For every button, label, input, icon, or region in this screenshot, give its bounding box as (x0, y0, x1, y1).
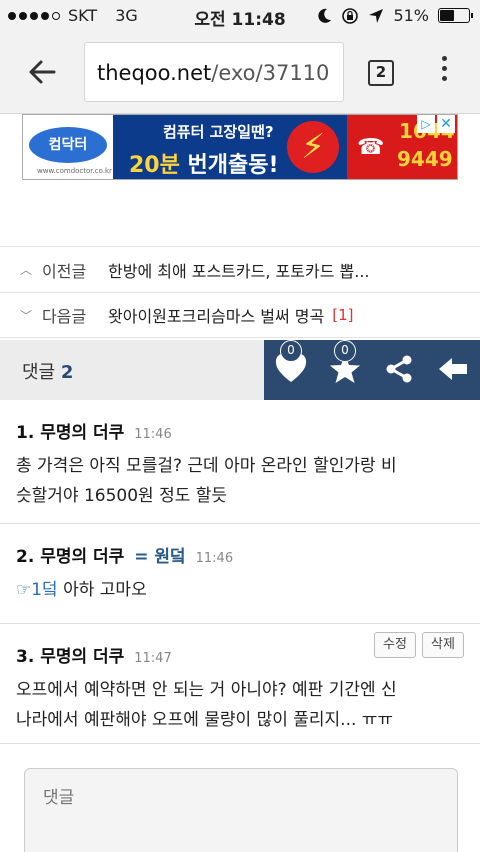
ad-info-icon[interactable]: ▷ (417, 115, 435, 133)
url-path: /exo/37110 (211, 61, 330, 85)
comment-author: 3. 무명의 더쿠 (16, 647, 125, 667)
battery-icon (438, 8, 473, 23)
ad-message: 컴퓨터 고장일땐? 20분 번개출동! ⚡ (113, 115, 347, 179)
comments-label: 댓글 (22, 362, 56, 383)
back-button[interactable] (24, 54, 60, 90)
go-back-button[interactable] (436, 352, 470, 386)
comments-count: 2 (60, 362, 74, 383)
status-bar: SKT 3G 오전 11:48 51% (0, 0, 480, 30)
next-comment-count: [1] (332, 306, 354, 324)
ad-logo: 컴닥터 www.comdoctor.co.kr (23, 115, 113, 179)
prev-title[interactable]: 한방에 최애 포스트카드, 포토카드 뽑... (108, 258, 370, 282)
delete-button[interactable]: 삭제 (422, 632, 464, 658)
phone-icon: ☎ (357, 135, 385, 160)
edit-button[interactable]: 수정 (374, 632, 416, 658)
status-right: 51% (318, 6, 473, 25)
location-arrow-icon (369, 8, 384, 23)
battery-percent: 51% (393, 6, 429, 25)
share-button[interactable] (382, 352, 416, 386)
overflow-menu-button[interactable] (432, 56, 456, 90)
tab-switcher-button[interactable]: 2 (368, 60, 394, 86)
prev-post-row[interactable]: ︿ 이전글 한방에 최애 포스트카드, 포토카드 뽑... (0, 246, 480, 292)
comment-body: ☞1덬 아하 고마오 (16, 580, 147, 600)
comment-item: 1. 무명의 더쿠 11:46 총 가격은 아직 모를걸? 근데 아마 온라인 … (0, 400, 480, 524)
next-title[interactable]: 왓아이원포크리슴마스 벌써 명곡 (108, 303, 324, 327)
comment-input[interactable] (24, 768, 458, 852)
comment-item: 3. 무명의 더쿠 11:47 수정 삭제 오프에서 예약하면 안 되는 거 아… (0, 624, 480, 744)
next-label: 다음글 (42, 307, 87, 326)
share-icon (386, 355, 412, 383)
author-tag: = 원덬 (134, 547, 186, 567)
favorite-button[interactable]: 0 (328, 340, 362, 386)
comment-body: 오프에서 예약하면 안 되는 거 아니야? 예판 기간엔 신 나라에서 예판해야… (16, 680, 397, 730)
moon-icon (318, 8, 332, 23)
next-post-row[interactable]: ﹀ 다음글 왓아이원포크리슴마스 벌써 명곡 [1] (0, 292, 480, 338)
comment-author: 1. 무명의 더쿠 (16, 423, 125, 443)
rotation-lock-icon (342, 7, 359, 24)
ad-banner[interactable]: 컴닥터 www.comdoctor.co.kr 컴퓨터 고장일땐? 20분 번개… (22, 114, 458, 180)
star-count: 0 (334, 340, 356, 362)
like-button[interactable]: 0 (274, 340, 308, 386)
comments-header: 댓글 2 0 0 (0, 340, 480, 400)
chevron-up-icon: ︿ (20, 263, 33, 277)
comment-time: 11:47 (134, 651, 172, 666)
comment-author: 2. 무명의 더쿠 (16, 547, 125, 567)
back-arrow-icon (29, 60, 56, 84)
comment-time: 11:46 (134, 427, 172, 442)
url-bar[interactable]: theqoo.net/exo/37110 (84, 42, 344, 102)
prev-label: 이전글 (42, 261, 87, 281)
browser-toolbar: theqoo.net/exo/37110 2 (0, 30, 480, 114)
lightning-icon: ⚡ (287, 121, 339, 173)
comment-item: 2. 무명의 더쿠 = 원덬 11:46 ☞1덬 아하 고마오 (0, 524, 480, 624)
left-arrow-icon (439, 358, 467, 380)
reply-reference-link[interactable]: ☞1덬 (16, 580, 58, 600)
url-domain: theqoo.net (97, 61, 212, 85)
action-bar: 0 0 (264, 340, 480, 400)
ad-close-icon[interactable]: ✕ (437, 115, 455, 133)
chevron-down-icon: ﹀ (20, 308, 33, 323)
comment-time: 11:46 (195, 551, 234, 566)
comment-body: 총 가격은 아직 모를걸? 근데 아마 온라인 할인가랑 비 슷할거야 1650… (16, 456, 397, 506)
like-count: 0 (280, 340, 302, 362)
